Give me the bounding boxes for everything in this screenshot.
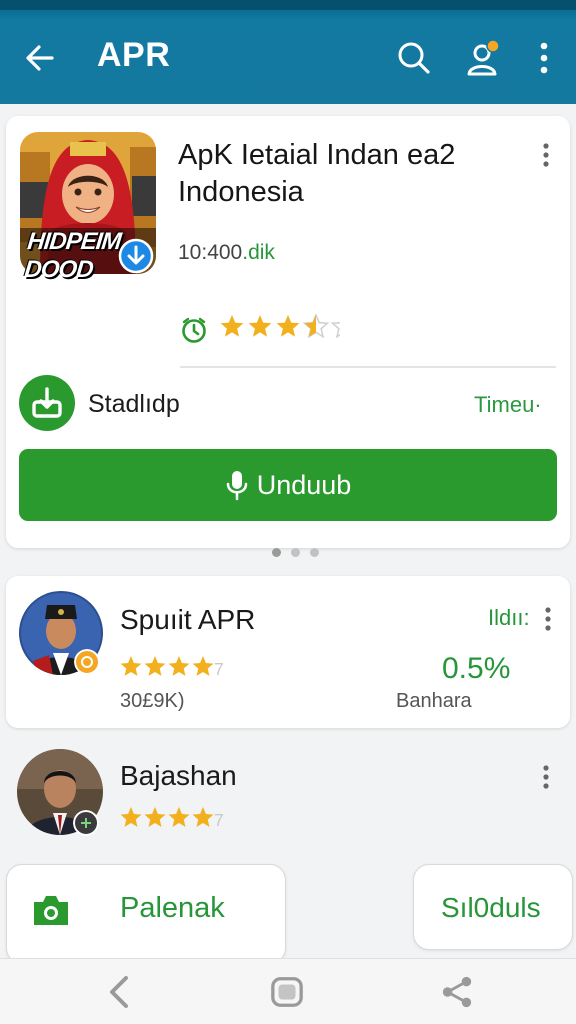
publisher-tag[interactable]: Ildıı: — [488, 605, 530, 631]
back-arrow-icon[interactable] — [22, 40, 58, 76]
publisher-more-icon[interactable] — [542, 606, 554, 632]
account-icon[interactable] — [463, 38, 503, 78]
star-full-icon — [192, 656, 214, 676]
publisher-more-icon[interactable] — [540, 764, 552, 790]
publisher-name: Spuıit APR — [120, 604, 256, 635]
publisher-badge-icon — [73, 810, 99, 836]
publisher-rating-stars: 7 — [120, 656, 224, 679]
app-bar: APR — [0, 0, 576, 104]
publisher-percent: 0.5% — [442, 652, 511, 685]
download-button[interactable]: Unduub — [19, 449, 557, 521]
palenak-chip-label: Palenak — [120, 892, 225, 924]
download-status-label: Stadlıdp — [88, 390, 180, 418]
search-icon[interactable] — [394, 38, 434, 78]
star-full-icon — [120, 807, 142, 827]
verified-download-icon — [118, 238, 154, 274]
time-label[interactable]: Timeu· — [474, 392, 542, 418]
star-full-icon — [168, 807, 190, 827]
app-size-value: 10:400 — [178, 241, 243, 264]
app-bar-title: APR — [97, 36, 171, 74]
star-full-icon — [248, 315, 272, 337]
nav-home-icon[interactable] — [270, 974, 304, 1010]
nav-share-icon[interactable] — [440, 974, 474, 1010]
publisher-name: Bajashan — [120, 760, 237, 791]
clock-icon — [182, 317, 206, 343]
app-size-suffix: .dik — [242, 241, 275, 264]
publisher-coin-badge-icon — [74, 649, 100, 675]
star-full-icon — [144, 807, 166, 827]
page-dot[interactable] — [272, 548, 281, 557]
app-size: 10:400.dik — [178, 241, 275, 265]
downloads-chip-label: Sıl0duls — [441, 892, 541, 923]
star-full-icon — [220, 315, 244, 337]
page-dot[interactable] — [310, 548, 319, 557]
page-indicator — [272, 548, 319, 557]
publisher-rating-stars: 7 — [120, 807, 224, 830]
app-rating-stars — [220, 314, 340, 339]
rating-suffix: 7 — [214, 659, 224, 679]
nav-back-icon[interactable] — [102, 974, 136, 1010]
more-vert-icon[interactable] — [524, 38, 564, 78]
card-more-icon[interactable] — [540, 142, 552, 168]
star-full-icon — [120, 656, 142, 676]
download-icon[interactable] — [18, 374, 76, 432]
app-title: ApK Ietaial Indan ea2 Indonesia — [178, 139, 456, 208]
microphone-icon — [226, 471, 247, 501]
download-button-label: Unduub — [256, 469, 352, 500]
publisher-review-count: 30£9K) — [120, 690, 185, 712]
page-dot[interactable] — [291, 548, 300, 557]
publisher-source: Banhara — [396, 690, 472, 712]
rating-suffix: 7 — [214, 810, 224, 830]
star-empty-icon — [330, 321, 340, 339]
star-full-icon — [276, 315, 300, 337]
star-full-icon — [192, 807, 214, 827]
camera-icon — [34, 896, 68, 925]
star-full-icon — [144, 656, 166, 676]
star-full-icon — [168, 656, 190, 676]
divider — [180, 366, 556, 368]
